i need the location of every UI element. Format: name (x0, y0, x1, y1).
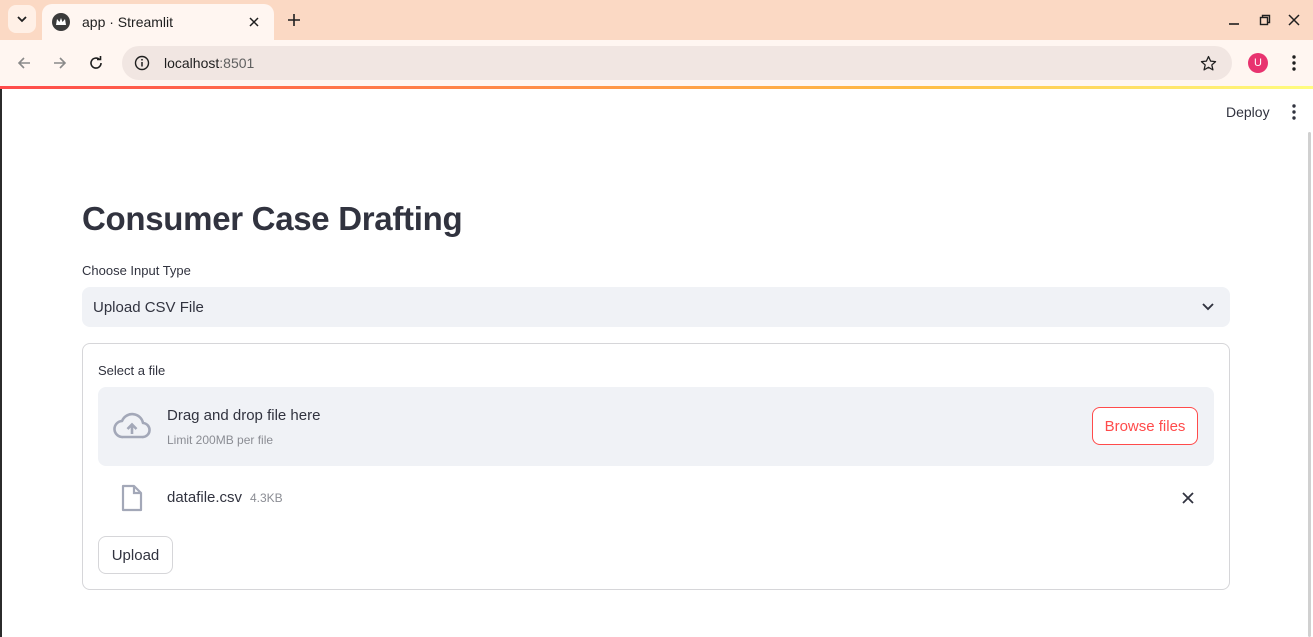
back-arrow-icon[interactable] (12, 51, 36, 75)
app-menu-kebab-icon[interactable] (1284, 101, 1304, 123)
browser-tab-active[interactable]: app · Streamlit (42, 4, 274, 40)
chevron-down-icon (1198, 297, 1218, 317)
input-type-selected-value: Upload CSV File (93, 298, 204, 316)
browser-menu-kebab-icon[interactable] (1284, 52, 1304, 74)
input-type-select[interactable]: Upload CSV File (82, 287, 1230, 327)
new-tab-plus-icon[interactable] (283, 9, 305, 31)
url-text: localhost:8501 (164, 55, 254, 71)
tab-title: app · Streamlit (82, 14, 174, 30)
dropzone-size-limit: Limit 200MB per file (167, 433, 274, 447)
url-host: localhost (164, 55, 220, 71)
file-uploader-label: Select a file (98, 363, 166, 378)
bookmark-star-icon[interactable] (1198, 53, 1218, 73)
tab-close-icon[interactable] (244, 12, 264, 32)
page-title: Consumer Case Drafting (82, 200, 463, 237)
browser-toolbar: localhost:8501 U (0, 40, 1313, 86)
file-dropzone[interactable]: Drag and drop file here Limit 200MB per … (98, 387, 1214, 466)
reload-icon[interactable] (84, 51, 108, 75)
upload-form: Select a file Drag and drop file here Li… (82, 343, 1230, 590)
browser-tab-strip: app · Streamlit (0, 0, 1313, 40)
streamlit-favicon-icon (52, 13, 70, 31)
forward-arrow-icon[interactable] (48, 51, 72, 75)
page-edge (0, 89, 2, 637)
uploaded-file-row: datafile.csv 4.3KB (98, 482, 1214, 516)
url-port: :8501 (219, 55, 255, 71)
file-icon (121, 484, 143, 512)
chevron-down-icon (17, 16, 27, 23)
page-scrollbar[interactable] (1308, 132, 1311, 637)
uploaded-file-size: 4.3KB (250, 491, 283, 505)
profile-avatar[interactable]: U (1248, 53, 1268, 73)
address-bar[interactable]: localhost:8501 (122, 46, 1232, 80)
input-type-label: Choose Input Type (82, 263, 191, 278)
upload-submit-button[interactable]: Upload (98, 536, 173, 574)
dropzone-instruction: Drag and drop file here (167, 407, 321, 424)
site-info-icon[interactable] (134, 55, 150, 71)
restore-icon[interactable] (1255, 10, 1275, 30)
browse-files-button[interactable]: Browse files (1092, 407, 1198, 445)
close-window-icon[interactable] (1284, 10, 1304, 30)
uploaded-file-name: datafile.csv (167, 489, 243, 506)
streamlit-decoration-bar (0, 86, 1313, 89)
remove-file-close-icon[interactable] (1178, 488, 1198, 508)
cloud-upload-icon (113, 412, 151, 439)
tab-search-button[interactable] (8, 5, 36, 33)
minimize-icon[interactable] (1224, 10, 1244, 30)
deploy-button[interactable]: Deploy (1214, 100, 1282, 124)
